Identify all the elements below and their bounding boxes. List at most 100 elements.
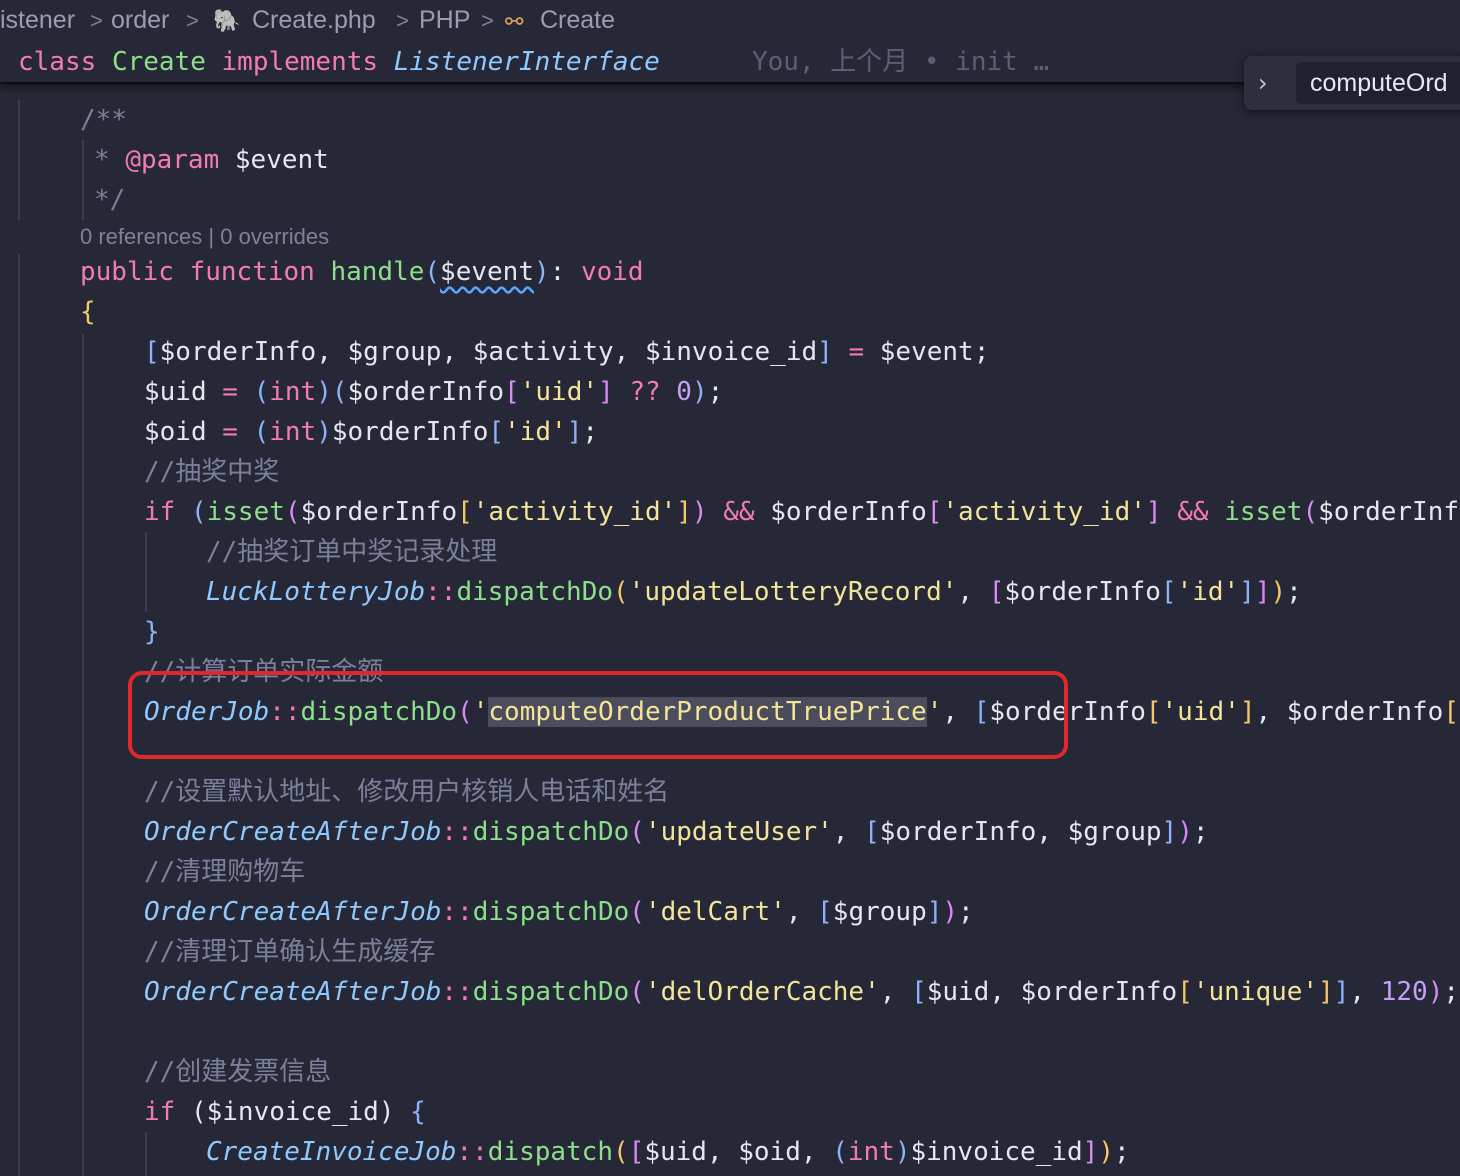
function-keyword: function (189, 257, 315, 287)
indent-guide (18, 254, 20, 1176)
interface-name: ListenerInterface (393, 47, 660, 77)
codelens-overrides[interactable]: 0 overrides (220, 224, 329, 249)
bracket: ] (1161, 817, 1178, 847)
paren: ) (691, 497, 708, 527)
semicolon: ; (707, 377, 724, 407)
semicolon: ; (1113, 1137, 1130, 1167)
paren: ) (894, 1137, 911, 1167)
if-keyword: if (144, 1097, 176, 1127)
var: $orderInfo (300, 497, 458, 527)
var: $uid (644, 1137, 707, 1167)
semicolon: ; (1192, 817, 1209, 847)
and-op: && (723, 497, 755, 527)
function-signature: public function handle($event): void (80, 252, 644, 292)
method-call: dispatchDo (472, 897, 630, 927)
bracket: ] (817, 337, 833, 367)
php-elephant-icon: 🐘 (213, 8, 241, 33)
cast: int (269, 377, 317, 407)
comma: , (957, 577, 989, 607)
paren: ( (629, 817, 645, 847)
paren: ) (533, 257, 550, 287)
bracket: [ (504, 377, 520, 407)
code-line-if-invoice: if ($invoice_id) { (144, 1092, 426, 1132)
scope-op: :: (441, 897, 473, 927)
breadcrumb-item-listener[interactable]: istener (0, 6, 75, 35)
sticky-scroll-header[interactable]: class Create implements ListenerInterfac… (0, 42, 1460, 84)
isset-call: isset (206, 497, 285, 527)
scope-op: :: (425, 577, 457, 607)
var: $orderInfo (159, 337, 317, 367)
string: 'unique' (1192, 977, 1319, 1007)
bracket: ] (1082, 1137, 1099, 1167)
method-call: dispatchDo (456, 577, 614, 607)
doc-comment-close: */ (94, 185, 126, 215)
paren: ( (613, 577, 629, 607)
codelens-references[interactable]: 0 references (80, 224, 202, 249)
var: $group (832, 897, 927, 927)
bracket: [ (1160, 577, 1177, 607)
colon: : (549, 257, 581, 287)
var: $orderInfo (770, 497, 927, 527)
doc-param-tag: @param (125, 145, 220, 175)
paren: ( (629, 897, 645, 927)
code-editor[interactable]: /** * @param $event */ 0 references | 0 … (0, 82, 1460, 1176)
bracket: ] (566, 417, 583, 447)
indent-guide (145, 1132, 147, 1176)
bracket: [ (144, 337, 160, 367)
comma: , (613, 337, 645, 367)
comment-invoice: //创建发票信息 (144, 1057, 332, 1087)
var: $oid (144, 417, 207, 447)
comma: , (989, 977, 1021, 1007)
find-input[interactable]: computeOrd (1296, 62, 1460, 104)
class-symbol-icon: ⚯ (505, 9, 524, 34)
function-param: $event (440, 257, 534, 287)
code-line-destructure: [$orderInfo, $group, $activity, $invoice… (144, 332, 989, 372)
breadcrumb-item-language[interactable]: PHP (419, 6, 470, 35)
comment-clear-cart: //清理购物车 (144, 857, 306, 887)
code-line-create-invoice: CreateInvoiceJob::dispatch([$uid, $oid, … (206, 1132, 1130, 1172)
bracket: ] (598, 377, 614, 407)
class-ref: LuckLotteryJob (206, 577, 426, 607)
cast: int (269, 417, 317, 447)
breadcrumb-item-class[interactable]: Create (540, 6, 615, 35)
breadcrumb: istener > order > 🐘 Create.php > PHP > ⚯… (0, 0, 1460, 42)
paren: ( (331, 377, 348, 407)
number: 120 (1380, 977, 1428, 1007)
assign: = (206, 417, 254, 447)
breadcrumb-separator: > (481, 8, 494, 33)
var: $orderInfo (1286, 697, 1444, 727)
paren: ) (378, 1097, 395, 1127)
paren: ( (190, 1097, 207, 1127)
number: 0 (676, 377, 692, 407)
breadcrumb-item-file[interactable]: Create.php (252, 6, 376, 35)
paren: ) (942, 897, 959, 927)
paren: ) (1427, 977, 1444, 1007)
code-line-luck-lottery: LuckLotteryJob::dispatchDo('updateLotter… (206, 572, 1302, 612)
breadcrumb-item-order[interactable]: order (111, 6, 169, 35)
paren: ( (253, 417, 270, 447)
var: $orderInfo (347, 377, 505, 407)
paren: ( (613, 1137, 629, 1167)
chevron-right-icon[interactable]: › (1258, 66, 1286, 100)
code-line-if-activity: if (isset($orderInfo['activity_id']) && … (144, 492, 1460, 532)
if-keyword: if (144, 497, 176, 527)
assign: = (832, 337, 880, 367)
bracket: ] (1239, 697, 1256, 727)
comma: , (1349, 977, 1381, 1007)
paren: ( (1302, 497, 1319, 527)
comma: , (1036, 817, 1068, 847)
paren: ) (691, 377, 708, 407)
return-type: void (580, 257, 644, 287)
find-widget[interactable]: › computeOrd (1244, 56, 1460, 110)
class-name: Create (111, 47, 206, 77)
public-keyword: public (80, 257, 174, 287)
bracket: [ (1145, 697, 1162, 727)
codelens: 0 references | 0 overrides (80, 224, 329, 250)
code-line-update-user: OrderCreateAfterJob::dispatchDo('updateU… (144, 812, 1209, 852)
bracket: [ (817, 897, 833, 927)
paren: ) (1177, 817, 1193, 847)
comma: , (316, 337, 348, 367)
paren: ( (629, 977, 645, 1007)
comma: , (879, 977, 912, 1007)
bracket: [ (1443, 697, 1459, 727)
